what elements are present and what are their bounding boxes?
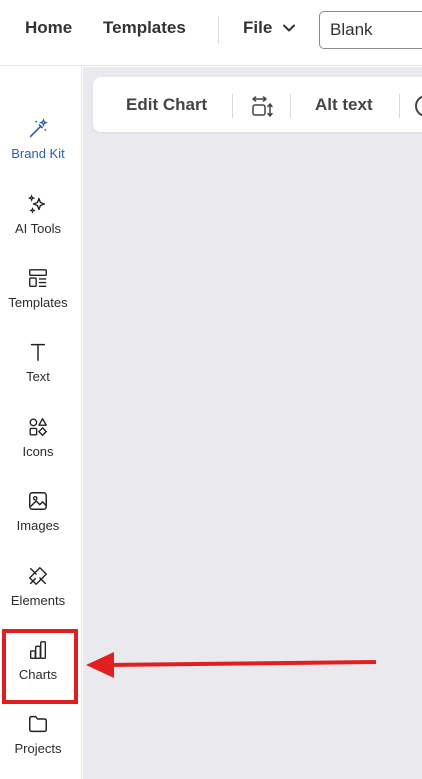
sidebar-item-label: Projects (14, 741, 62, 756)
templates-icon (26, 266, 50, 290)
sidebar-item-projects[interactable]: Projects (0, 712, 76, 774)
shapes-icon (26, 415, 50, 439)
sidebar-item-images[interactable]: Images (0, 489, 76, 551)
sparkles-icon (26, 192, 50, 216)
sidebar-item-label: AI Tools (14, 221, 61, 236)
toolbar-divider (232, 94, 233, 118)
folder-icon (26, 712, 50, 736)
sidebar-item-icons[interactable]: Icons (0, 415, 76, 477)
sidebar-item-templates[interactable]: Templates (0, 266, 76, 328)
toolbar-divider (399, 94, 400, 118)
top-divider (218, 16, 219, 44)
sidebar-item-label: Images (16, 518, 60, 533)
home-link[interactable]: Home (25, 18, 72, 38)
edit-chart-button[interactable]: Edit Chart (126, 95, 207, 115)
file-menu[interactable]: File (243, 18, 296, 38)
charts-highlight-box (2, 629, 78, 704)
document-name-input[interactable] (319, 11, 422, 49)
image-icon (26, 489, 50, 513)
sidebar-item-ai-tools[interactable]: AI Tools (0, 192, 76, 254)
file-menu-label: File (243, 18, 273, 37)
magic-wand-icon (26, 117, 50, 141)
sidebar-item-label: Text (26, 369, 50, 384)
alt-text-button[interactable]: Alt text (315, 95, 373, 115)
resize-icon[interactable] (250, 94, 274, 118)
sidebar-item-elements[interactable]: Elements (0, 564, 76, 626)
chevron-down-icon (283, 24, 296, 32)
more-options-icon[interactable] (415, 95, 422, 117)
sidebar-item-text[interactable]: Text (0, 340, 76, 402)
sidebar-item-label: Icons (22, 444, 54, 459)
top-bar: Home Templates File (0, 0, 422, 66)
sidebar-item-label: Templates (8, 295, 68, 310)
sidebar-item-label: Elements (10, 593, 66, 608)
elements-icon (26, 564, 50, 588)
toolbar-divider (290, 94, 291, 118)
sidebar-item-label: Brand Kit (11, 146, 65, 161)
sidebar-item-brand-kit[interactable]: Brand Kit (0, 117, 76, 179)
templates-link[interactable]: Templates (103, 18, 186, 38)
text-icon (26, 340, 50, 364)
chart-toolbar: Edit Chart Alt text (93, 77, 422, 132)
annotation-arrow-icon (86, 652, 377, 678)
